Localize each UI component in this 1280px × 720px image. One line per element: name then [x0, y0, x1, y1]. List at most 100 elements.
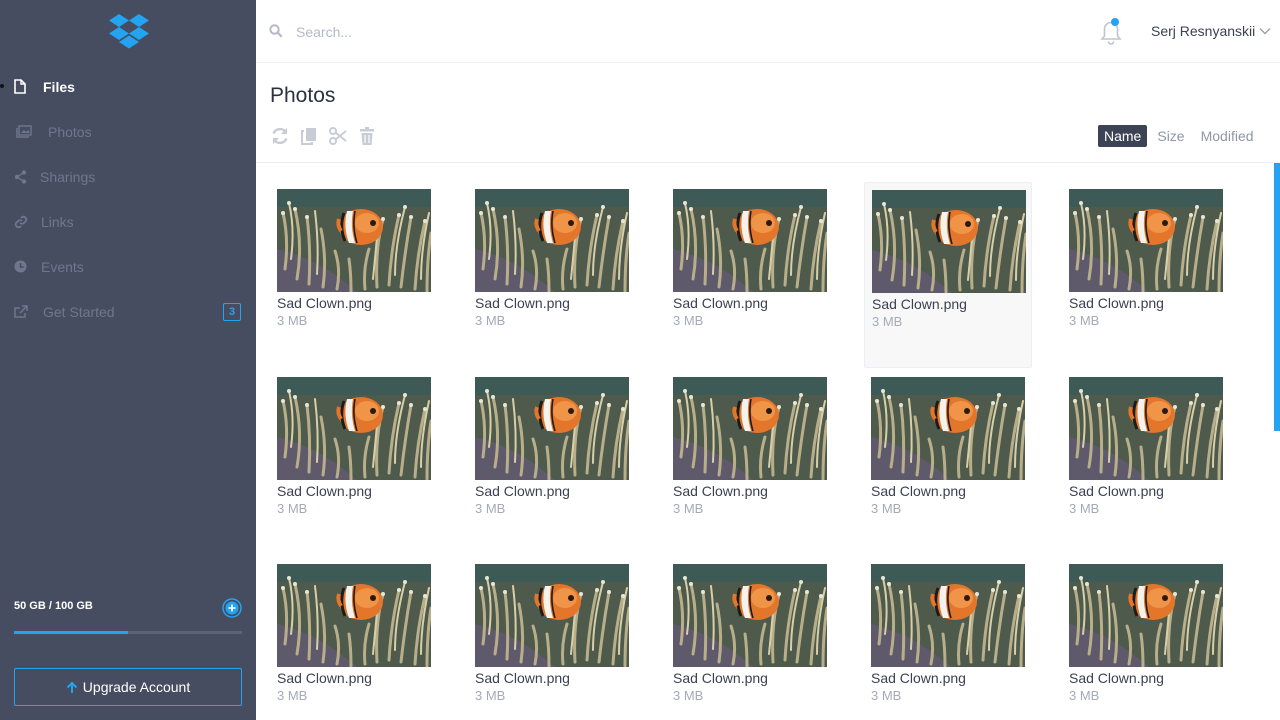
file-thumbnail — [673, 564, 829, 668]
dropbox-logo-icon[interactable] — [108, 12, 150, 52]
file-tile[interactable]: Sad Clown.png 3 MB — [270, 370, 438, 556]
file-tile[interactable]: Sad Clown.png 3 MB — [864, 370, 1032, 556]
file-size: 3 MB — [673, 313, 704, 328]
sidebar-item-sharings[interactable]: Sharings — [0, 154, 256, 199]
file-size: 3 MB — [871, 501, 902, 516]
file-tile[interactable]: Sad Clown.png 3 MB — [1062, 557, 1230, 720]
file-name: Sad Clown.png — [277, 483, 372, 499]
file-thumbnail — [673, 189, 829, 293]
file-name: Sad Clown.png — [475, 483, 570, 499]
scrollbar-thumb[interactable] — [1274, 163, 1280, 431]
file-size: 3 MB — [475, 688, 506, 703]
arrow-up-icon — [66, 681, 78, 693]
count-badge: 3 — [223, 303, 241, 321]
scrollbar[interactable] — [1274, 163, 1280, 720]
storage-meter: 50 GB / 100 GB — [14, 598, 242, 634]
file-thumbnail — [475, 564, 631, 668]
photos-icon — [16, 124, 36, 140]
file-name: Sad Clown.png — [673, 483, 768, 499]
file-size: 3 MB — [475, 313, 506, 328]
sidebar-item-label: Links — [41, 213, 74, 230]
file-size: 3 MB — [277, 313, 308, 328]
file-name: Sad Clown.png — [1069, 295, 1164, 311]
file-tile[interactable]: Sad Clown.png 3 MB — [666, 557, 834, 720]
file-tile[interactable]: Sad Clown.png 3 MB — [864, 182, 1032, 368]
file-size: 3 MB — [277, 501, 308, 516]
sidebar-item-files[interactable]: Files — [0, 64, 256, 109]
sidebar-item-label: Files — [43, 78, 75, 95]
file-tile[interactable]: Sad Clown.png 3 MB — [1062, 182, 1230, 368]
sidebar-item-get-started[interactable]: Get Started 3 — [0, 289, 256, 334]
file-name: Sad Clown.png — [871, 670, 966, 686]
file-size: 3 MB — [1069, 688, 1100, 703]
upgrade-account-button[interactable]: Upgrade Account — [14, 668, 242, 706]
storage-bar — [14, 631, 242, 634]
file-size: 3 MB — [277, 688, 308, 703]
file-thumbnail — [1069, 377, 1225, 481]
file-thumbnail — [872, 190, 1028, 294]
file-tile[interactable]: Sad Clown.png 3 MB — [270, 557, 438, 720]
file-size: 3 MB — [673, 688, 704, 703]
file-tile[interactable]: Sad Clown.png 3 MB — [666, 182, 834, 368]
add-storage-icon[interactable] — [222, 598, 242, 618]
sidebar: Files Photos Sharings Links Events Get S… — [0, 0, 256, 720]
user-name: Serj Resnyanskii — [1151, 23, 1256, 39]
sidebar-item-links[interactable]: Links — [0, 199, 256, 244]
share-icon — [14, 169, 30, 185]
file-thumbnail — [277, 377, 433, 481]
copy-icon[interactable] — [299, 126, 319, 146]
sort-by-size-button[interactable]: Size — [1151, 125, 1190, 147]
search-icon — [269, 24, 285, 40]
upgrade-label: Upgrade Account — [82, 679, 191, 695]
active-indicator — [0, 84, 4, 88]
file-name: Sad Clown.png — [475, 670, 570, 686]
file-grid: Sad Clown.png 3 MB Sad Clown.png 3 MB Sa… — [270, 182, 1270, 720]
sort-by-modified-button[interactable]: Modified — [1195, 125, 1260, 147]
top-bar: Serj Resnyanskii — [256, 0, 1280, 63]
file-name: Sad Clown.png — [872, 296, 967, 312]
file-tile[interactable]: Sad Clown.png 3 MB — [1062, 370, 1230, 556]
file-thumbnail — [475, 189, 631, 293]
file-size: 3 MB — [1069, 313, 1100, 328]
file-name: Sad Clown.png — [277, 295, 372, 311]
file-name: Sad Clown.png — [1069, 670, 1164, 686]
file-tile[interactable]: Sad Clown.png 3 MB — [468, 557, 636, 720]
file-size: 3 MB — [1069, 501, 1100, 516]
file-name: Sad Clown.png — [871, 483, 966, 499]
file-thumbnail — [277, 564, 433, 668]
file-name: Sad Clown.png — [673, 295, 768, 311]
sidebar-item-photos[interactable]: Photos — [0, 109, 256, 154]
file-thumbnail — [673, 377, 829, 481]
cut-icon[interactable] — [328, 126, 348, 146]
external-link-icon — [14, 304, 34, 320]
file-size: 3 MB — [871, 688, 902, 703]
file-name: Sad Clown.png — [277, 670, 372, 686]
file-name: Sad Clown.png — [475, 295, 570, 311]
user-menu[interactable]: Serj Resnyanskii — [1151, 23, 1271, 39]
file-tile[interactable]: Sad Clown.png 3 MB — [666, 370, 834, 556]
file-tile[interactable]: Sad Clown.png 3 MB — [468, 370, 636, 556]
notifications-bell-icon[interactable] — [1096, 16, 1126, 46]
file-tile[interactable]: Sad Clown.png 3 MB — [270, 182, 438, 368]
sidebar-item-events[interactable]: Events — [0, 244, 256, 289]
search-input[interactable] — [296, 18, 796, 46]
sidebar-nav: Files Photos Sharings Links Events Get S… — [0, 64, 256, 334]
file-thumbnail — [871, 377, 1027, 481]
sort-options: Name Size Modified — [1098, 125, 1264, 147]
sort-by-name-button[interactable]: Name — [1098, 125, 1148, 147]
file-icon — [14, 79, 34, 95]
sidebar-item-label: Photos — [48, 123, 92, 140]
file-size: 3 MB — [872, 314, 903, 329]
sidebar-item-label: Get Started — [43, 303, 115, 320]
file-thumbnail — [1069, 564, 1225, 668]
notification-dot — [1111, 18, 1119, 26]
divider — [256, 162, 1280, 163]
storage-bar-fill — [14, 631, 128, 634]
file-size: 3 MB — [475, 501, 506, 516]
refresh-icon[interactable] — [270, 126, 290, 146]
file-tile[interactable]: Sad Clown.png 3 MB — [468, 182, 636, 368]
file-thumbnail — [475, 377, 631, 481]
storage-label: 50 GB / 100 GB — [14, 600, 93, 612]
file-tile[interactable]: Sad Clown.png 3 MB — [864, 557, 1032, 720]
trash-icon[interactable] — [357, 126, 377, 146]
